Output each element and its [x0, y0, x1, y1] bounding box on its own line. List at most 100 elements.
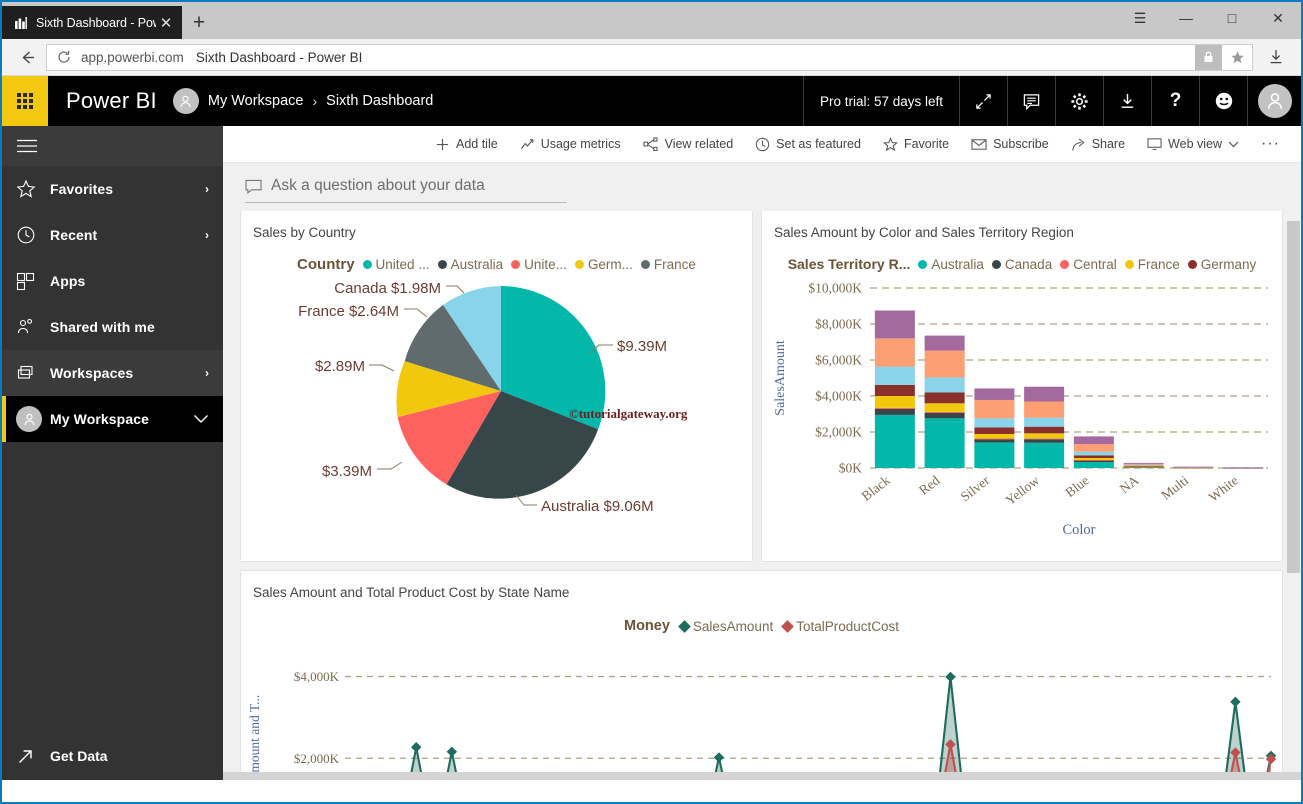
sidebar-item-my-workspace[interactable]: My Workspace	[2, 396, 223, 442]
bar-segment[interactable]	[874, 408, 915, 415]
more-options-button[interactable]: ···	[1250, 126, 1291, 163]
bar-segment[interactable]	[1024, 439, 1065, 443]
bar-segment[interactable]	[1073, 458, 1114, 460]
get-data-button[interactable]: Get Data	[2, 732, 223, 780]
data-point-marker[interactable]	[446, 746, 458, 757]
bar-segment[interactable]	[874, 310, 915, 339]
bar-segment[interactable]	[874, 414, 915, 468]
settings-button[interactable]	[1055, 76, 1103, 126]
bar-segment[interactable]	[1024, 386, 1065, 402]
bar-segment[interactable]	[1123, 462, 1164, 464]
bar-segment[interactable]	[1223, 467, 1264, 469]
bar-segment[interactable]	[924, 418, 965, 468]
legend-item[interactable]: France	[1124, 257, 1180, 272]
bookmark-star-icon[interactable]	[1222, 45, 1252, 70]
bar-segment[interactable]	[974, 427, 1015, 434]
data-point-marker[interactable]	[411, 742, 422, 753]
legend-item[interactable]: SalesAmount	[678, 619, 773, 634]
brand-label[interactable]: Power BI	[48, 76, 173, 126]
view-related-button[interactable]: View related	[632, 126, 745, 163]
help-button[interactable]: ?	[1151, 76, 1199, 126]
bar-segment[interactable]	[874, 384, 915, 396]
sidebar-item-shared-with-me[interactable]: Shared with me	[2, 304, 223, 350]
bar-segment[interactable]	[924, 350, 965, 378]
bar-segment[interactable]	[924, 392, 965, 404]
bar-segment[interactable]	[924, 411, 965, 413]
web-view-button[interactable]: Web view	[1136, 126, 1250, 163]
bar-segment[interactable]	[924, 403, 965, 412]
bar-segment[interactable]	[1024, 426, 1065, 434]
legend-item[interactable]: Canada	[991, 257, 1052, 272]
legend-item[interactable]: Central	[1060, 257, 1117, 272]
add-tile-button[interactable]: Add tile	[424, 126, 509, 163]
set-as-featured-button[interactable]: Set as featured	[744, 126, 872, 163]
sidebar-item-recent[interactable]: Recent ›	[2, 212, 223, 258]
bar-segment[interactable]	[974, 399, 1015, 419]
bar-segment[interactable]	[1173, 466, 1214, 468]
bar-segment[interactable]	[874, 366, 915, 385]
bar-segment[interactable]	[974, 388, 1015, 400]
bar-segment[interactable]	[974, 438, 1015, 440]
sales-by-country-tile[interactable]: Sales by Country Country United ... Aust…	[241, 211, 752, 561]
bar-segment[interactable]	[874, 407, 915, 409]
bar-segment[interactable]	[974, 433, 1015, 439]
bar-segment[interactable]	[974, 442, 1015, 468]
bar-segment[interactable]	[1024, 401, 1065, 418]
bar-segment[interactable]	[1024, 417, 1065, 427]
download-button[interactable]	[1103, 76, 1151, 126]
bar-segment[interactable]	[1024, 433, 1065, 439]
bar-segment[interactable]	[1073, 444, 1114, 452]
data-point-marker[interactable]	[945, 671, 956, 683]
tab-close-icon[interactable]: ✕	[156, 14, 176, 32]
bar-segment[interactable]	[974, 439, 1015, 443]
bar-segment[interactable]	[1073, 455, 1114, 459]
sales-amount-by-color-tile[interactable]: Sales Amount by Color and Sales Territor…	[762, 211, 1282, 561]
app-launcher[interactable]	[2, 76, 48, 126]
sidebar-item-workspaces[interactable]: Workspaces ›	[2, 350, 223, 396]
sidebar-item-favorites[interactable]: Favorites ›	[2, 166, 223, 212]
fullscreen-button[interactable]	[959, 76, 1007, 126]
legend-item[interactable]: Unite...	[511, 257, 567, 272]
download-icon[interactable]	[1257, 42, 1295, 72]
feedback-button[interactable]	[1199, 76, 1247, 126]
bar-segment[interactable]	[1123, 463, 1164, 465]
subscribe-button[interactable]: Subscribe	[960, 126, 1060, 163]
legend-item[interactable]: Australia	[918, 257, 984, 272]
legend-item[interactable]: France	[640, 257, 696, 272]
legend-item[interactable]: Germany	[1187, 257, 1256, 272]
bar-segment[interactable]	[924, 335, 965, 351]
account-button[interactable]	[1247, 76, 1301, 126]
sidebar-item-apps[interactable]: Apps	[2, 258, 223, 304]
refresh-icon[interactable]	[57, 50, 71, 64]
comments-button[interactable]	[1007, 76, 1055, 126]
breadcrumb-current[interactable]: Sixth Dashboard	[326, 93, 433, 109]
bar-segment[interactable]	[974, 418, 1015, 428]
back-button[interactable]	[8, 42, 46, 72]
canvas-scrollbar[interactable]	[1286, 211, 1301, 780]
bar-segment[interactable]	[1123, 465, 1164, 467]
bar-segment[interactable]	[924, 412, 965, 419]
breadcrumb-workspace[interactable]: My Workspace	[208, 93, 304, 109]
bar-segment[interactable]	[1073, 459, 1114, 461]
data-point-marker[interactable]	[713, 752, 725, 763]
browser-tab[interactable]: Sixth Dashboard - Power E ✕	[2, 6, 182, 39]
bar-segment[interactable]	[874, 396, 915, 408]
favorite-button[interactable]: Favorite	[872, 126, 960, 163]
hamburger-menu[interactable]	[2, 126, 223, 166]
bar-segment[interactable]	[924, 377, 965, 393]
legend-item[interactable]: United ...	[362, 257, 430, 272]
legend-item[interactable]: TotalProductCost	[781, 619, 899, 634]
bar-segment[interactable]	[1073, 451, 1114, 456]
maximize-button[interactable]: □	[1209, 2, 1255, 34]
legend-item[interactable]: Germ...	[574, 257, 633, 272]
bar-segment[interactable]	[1073, 462, 1114, 468]
bar-segment[interactable]	[874, 338, 915, 367]
legend-item[interactable]: Australia	[437, 257, 503, 272]
bar-segment[interactable]	[1024, 438, 1065, 440]
bar-segment[interactable]	[1073, 436, 1114, 445]
canvas-scrollbar-thumb[interactable]	[1287, 221, 1300, 573]
ask-question-input[interactable]: Ask a question about your data	[245, 177, 567, 203]
bar-segment[interactable]	[1024, 442, 1065, 468]
bar-segment[interactable]	[1123, 464, 1164, 466]
usage-metrics-button[interactable]: Usage metrics	[509, 126, 632, 163]
